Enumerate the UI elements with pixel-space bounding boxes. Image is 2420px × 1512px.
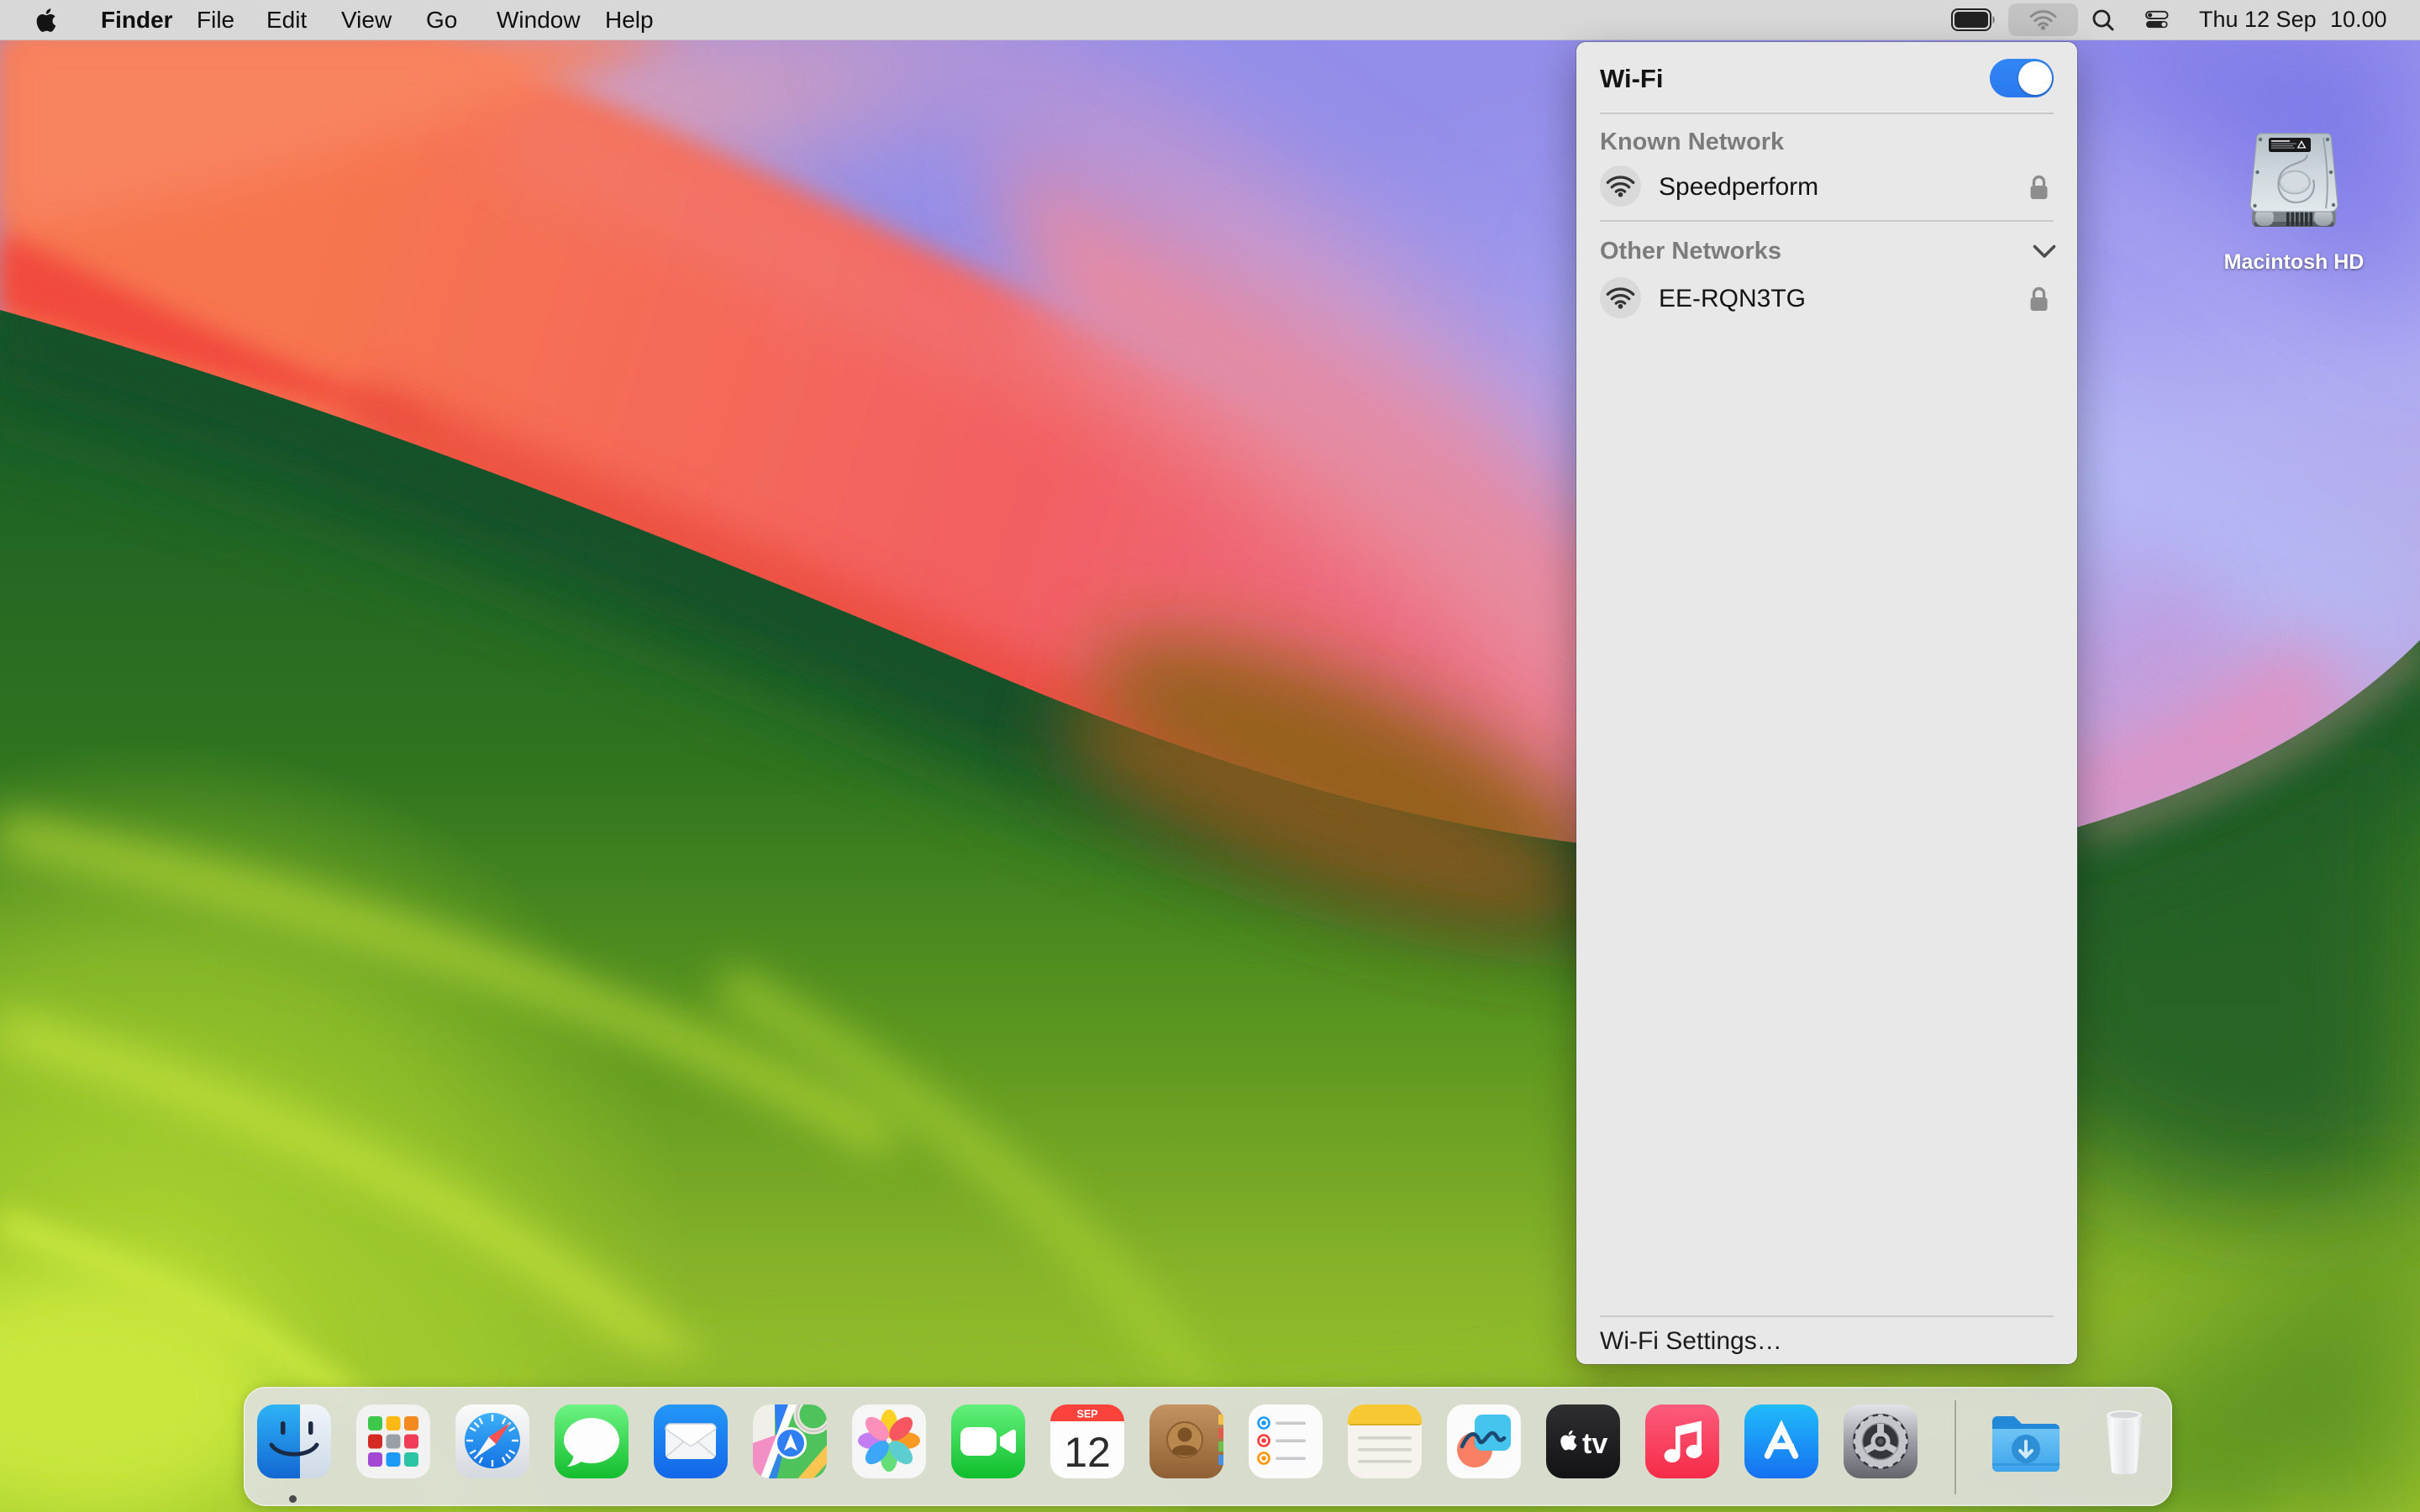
svg-text:SEP: SEP xyxy=(1076,1409,1097,1420)
svg-text:12: 12 xyxy=(1064,1429,1111,1476)
svg-text:tv: tv xyxy=(1582,1428,1607,1460)
